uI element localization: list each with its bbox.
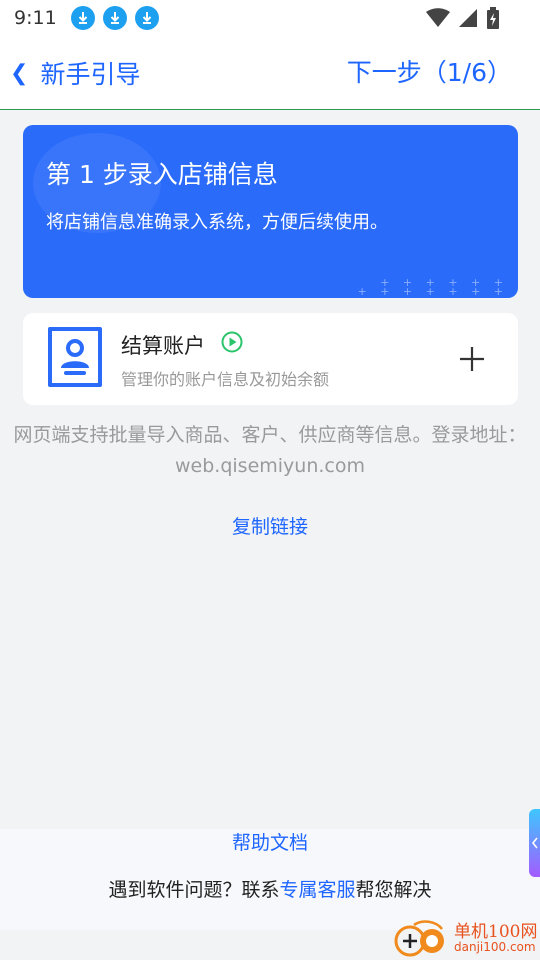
status-bar: 9:11	[0, 0, 540, 36]
help-contact-line: 遇到软件问题？联系专属客服帮您解决	[0, 875, 540, 902]
add-icon[interactable]	[456, 343, 488, 375]
dedicated-service-link[interactable]: 专属客服	[279, 879, 355, 901]
side-drawer-tab[interactable]	[529, 809, 540, 877]
copy-link-button[interactable]: 复制链接	[0, 512, 540, 539]
back-chevron-icon: ❮	[10, 60, 29, 86]
banner-description: 将店铺信息准确录入系统，方便后续使用。	[46, 212, 388, 233]
watermark-logo-icon	[394, 920, 444, 957]
web-import-notice: 网页端支持批量导入商品、客户、供应商等信息。登录地址：web.qisemiyun…	[13, 424, 527, 477]
page-title: 新手引导	[40, 60, 141, 89]
app-header: ❮ 新手引导 下一步（1/6）	[0, 36, 540, 110]
account-description: 管理你的账户信息及初始余额	[121, 370, 330, 389]
chevron-left-icon	[531, 837, 538, 849]
help-docs-row: 帮助文档	[0, 829, 540, 857]
account-profile-icon	[48, 327, 102, 387]
help-docs-link[interactable]: 帮助文档	[232, 832, 308, 854]
download-notification-icon	[70, 6, 95, 30]
back-button[interactable]: ❮ 新手引导	[10, 54, 140, 92]
battery-icon	[487, 7, 499, 29]
download-notification-icon	[102, 6, 127, 30]
watermark-name: 单机100网	[454, 922, 538, 942]
watermark-url: danji100.com	[454, 940, 536, 954]
banner-plus-pattern: + + + + + + + + + + + + +	[357, 276, 508, 298]
settlement-account-card[interactable]: 结算账户 管理你的账户信息及初始余额	[23, 313, 518, 405]
signal-icon	[459, 9, 477, 27]
status-indicators	[426, 7, 500, 29]
help-prefix: 遇到软件问题？联系	[108, 879, 280, 901]
account-name: 结算账户	[121, 334, 205, 358]
wifi-icon	[426, 8, 450, 27]
play-video-icon[interactable]	[221, 331, 243, 353]
step-banner: 第 1 步录入店铺信息 将店铺信息准确录入系统，方便后续使用。 + + + + …	[23, 125, 518, 298]
banner-title: 第 1 步录入店铺信息	[46, 160, 278, 189]
status-time: 9:11	[14, 7, 57, 29]
watermark: 单机100网 danji100.com	[392, 915, 540, 960]
next-step-button[interactable]: 下一步（1/6）	[347, 54, 512, 92]
help-suffix: 帮您解决	[355, 879, 432, 901]
download-notification-icon	[134, 6, 159, 30]
